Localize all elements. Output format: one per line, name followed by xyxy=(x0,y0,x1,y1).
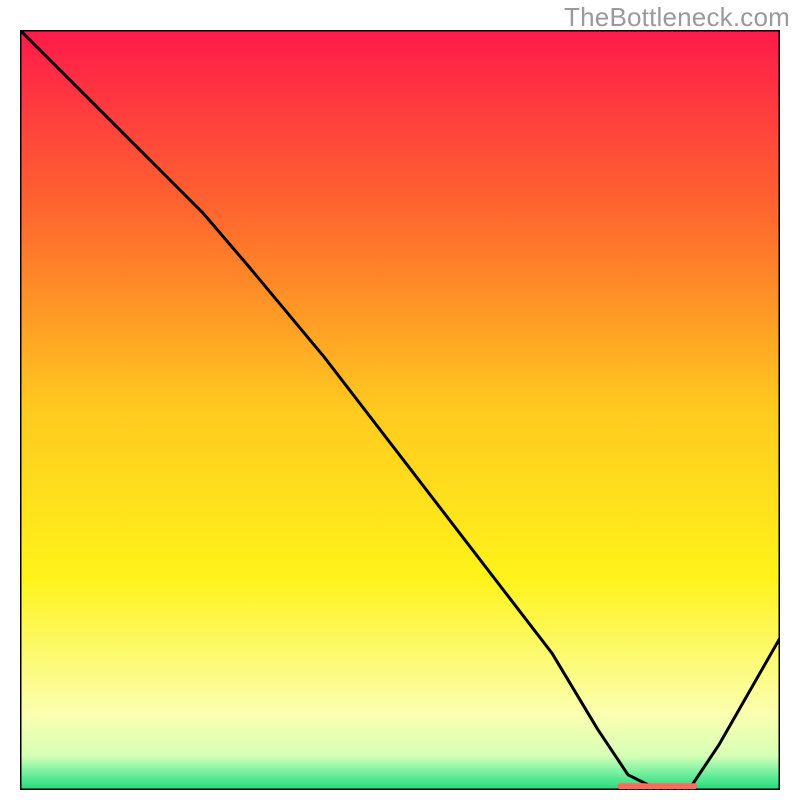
chart-svg xyxy=(20,30,780,790)
plot-area xyxy=(20,30,780,790)
watermark-text: TheBottleneck.com xyxy=(564,2,790,33)
chart-container: TheBottleneck.com xyxy=(0,0,800,800)
